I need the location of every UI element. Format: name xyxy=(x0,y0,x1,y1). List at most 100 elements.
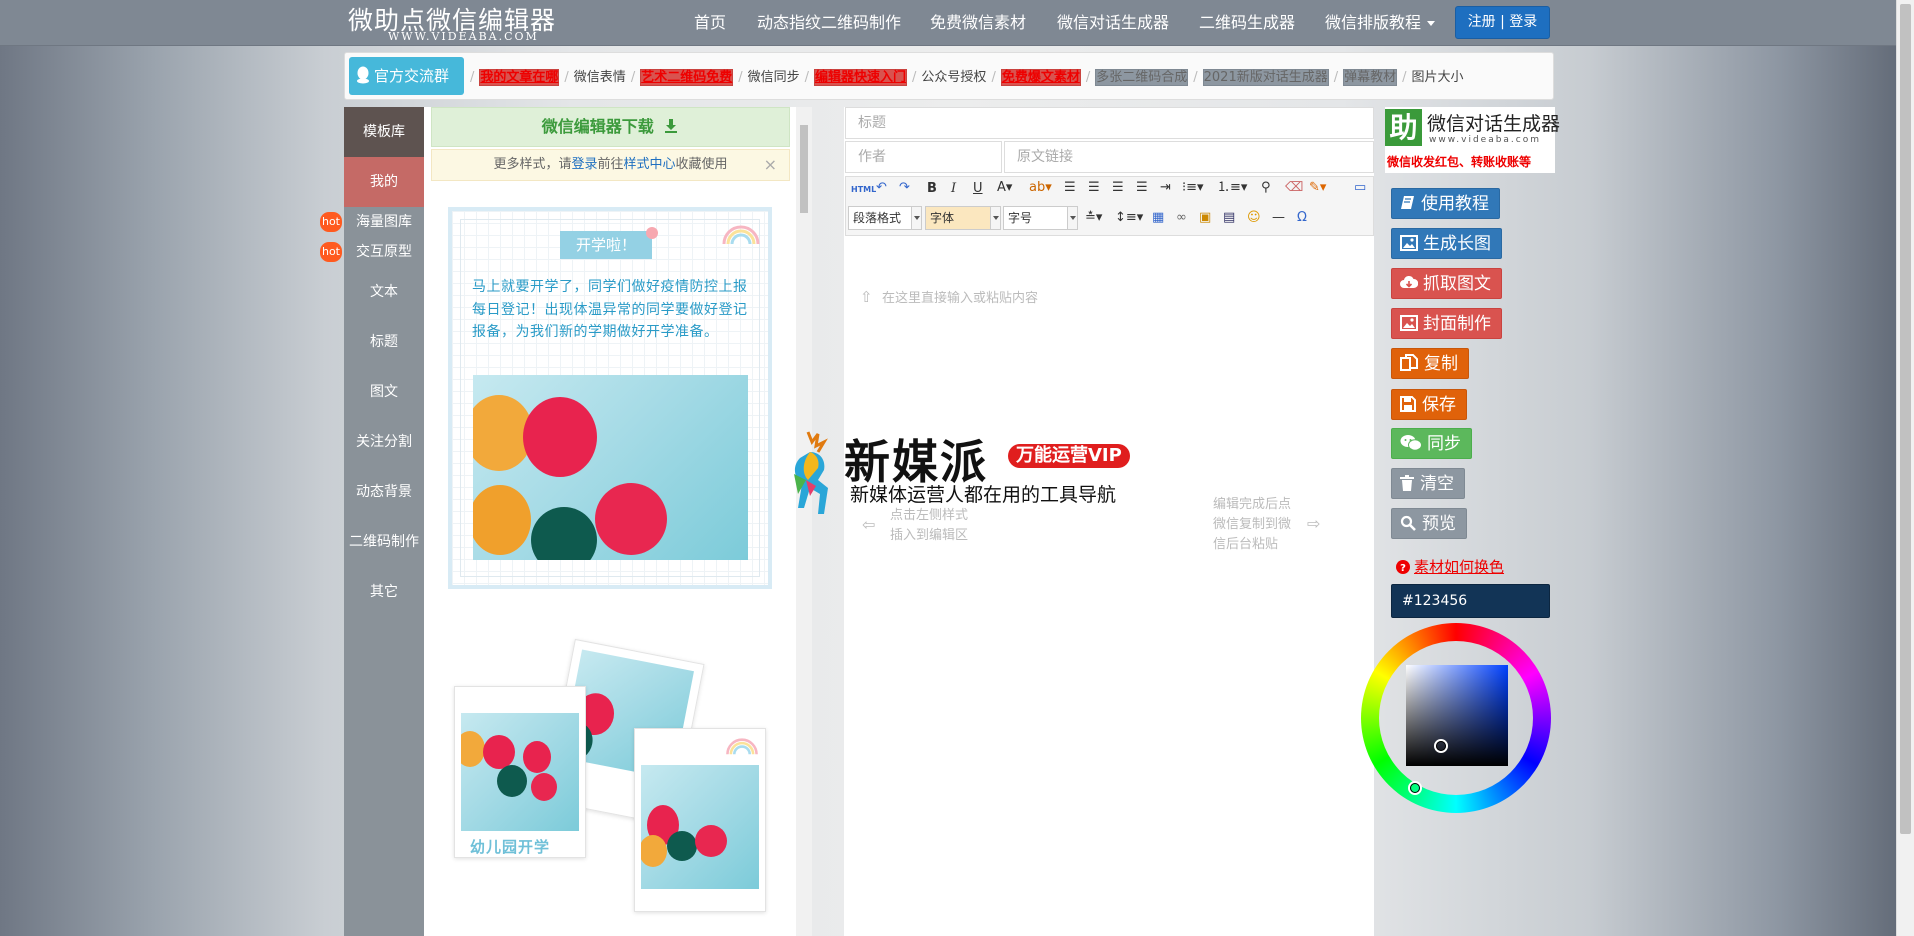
sidebar-item-gallery[interactable]: 海量图库 xyxy=(344,207,424,237)
editor-download-button[interactable]: 微信编辑器下载 xyxy=(431,107,790,147)
clear-button[interactable]: 清空 xyxy=(1391,468,1465,499)
quick-link-image-size[interactable]: 图片大小 xyxy=(1412,70,1464,85)
image-insert-icon[interactable]: ▣ xyxy=(1199,209,1211,227)
line-height-icon[interactable]: ↕≡▾ xyxy=(1115,209,1143,227)
template-scrollbar-thumb[interactable] xyxy=(800,125,808,213)
page-scrollbar-thumb[interactable] xyxy=(1900,4,1911,834)
numbered-list-icon[interactable]: ⒈≡▾ xyxy=(1217,179,1247,197)
align-left-icon[interactable]: ☰ xyxy=(1064,179,1076,197)
notice-prefix: 更多样式，请 xyxy=(493,157,572,172)
login-register-button[interactable]: 注册 | 登录 xyxy=(1455,6,1550,39)
decor-dot xyxy=(646,227,658,239)
quick-link-authorize[interactable]: 公众号授权 xyxy=(921,70,986,85)
title-input[interactable]: 标题 xyxy=(845,107,1374,139)
nav-tutorial-dropdown[interactable]: 微信排版教程 xyxy=(1325,0,1436,46)
quick-link-viral-materials[interactable]: 免费爆文素材 xyxy=(1000,69,1081,86)
chat-generator-ad[interactable]: 助 微信对话生成器 www.videaba.com 微信收发红包、转账收账等 xyxy=(1385,107,1560,173)
template-card-title: 开学啦！ xyxy=(560,231,652,259)
long-image-button[interactable]: 生成长图 xyxy=(1391,228,1502,259)
font-family-label: 字体 xyxy=(930,211,955,225)
sidebar-item-other[interactable]: 其它 xyxy=(344,567,424,617)
template-scrollbar[interactable] xyxy=(796,107,812,936)
notice-style-center-link[interactable]: 样式中心 xyxy=(624,157,676,172)
polaroid-caption: 幼儿园开学 xyxy=(470,838,551,856)
nav-qr-generator[interactable]: 二维码生成器 xyxy=(1199,0,1295,46)
color-picker[interactable] xyxy=(1360,622,1552,814)
fetch-article-label: 抓取图文 xyxy=(1423,274,1491,294)
site-logo-subtitle: WWW.VIDEABA.COM xyxy=(388,30,539,43)
book-icon xyxy=(1401,196,1414,209)
sync-button[interactable]: 同步 xyxy=(1391,428,1472,459)
sidebar-item-image-text[interactable]: 图文 xyxy=(344,367,424,417)
link-icon[interactable]: ∞ xyxy=(1176,209,1187,227)
preview-button[interactable]: 预览 xyxy=(1391,508,1467,539)
paragraph-spacing-icon[interactable]: ≛▾ xyxy=(1085,209,1102,227)
sidebar-item-text[interactable]: 文本 xyxy=(344,267,424,317)
indent-icon[interactable]: ⇥ xyxy=(1160,179,1171,197)
align-justify-icon[interactable]: ☰ xyxy=(1136,179,1148,197)
tutorial-button[interactable]: 使用教程 xyxy=(1391,188,1500,219)
long-image-label: 生成长图 xyxy=(1423,234,1491,254)
editor-download-label: 微信编辑器下载 xyxy=(541,117,654,136)
quick-link-sync[interactable]: 微信同步 xyxy=(748,70,800,85)
nav-free-materials[interactable]: 免费微信素材 xyxy=(930,0,1026,46)
official-group-button[interactable]: 官方交流群 xyxy=(349,57,464,95)
fullscreen-icon[interactable]: ▭ xyxy=(1354,179,1366,197)
hot-badge: hot xyxy=(320,242,342,262)
rainbow-icon xyxy=(722,225,760,245)
font-family-select[interactable]: 字体 xyxy=(925,206,1001,230)
font-size-select[interactable]: 字号 xyxy=(1003,206,1078,230)
cover-maker-button[interactable]: 封面制作 xyxy=(1391,308,1502,339)
italic-icon[interactable]: I xyxy=(951,180,956,198)
eraser-icon[interactable]: ⌫ xyxy=(1285,179,1303,197)
nav-chat-generator[interactable]: 微信对话生成器 xyxy=(1057,0,1169,46)
video-icon[interactable]: ▤ xyxy=(1223,209,1235,227)
quick-link-quickstart[interactable]: 编辑器快速入门 xyxy=(814,69,908,86)
sidebar-item-prototype[interactable]: 交互原型 xyxy=(344,237,424,267)
underline-icon[interactable]: U xyxy=(973,180,983,198)
emotion-icon[interactable]: ☺ xyxy=(1247,209,1261,227)
quick-link-my-articles[interactable]: 我的文章在哪 xyxy=(479,69,560,86)
quick-links: / 我的文章在哪 / 微信表情 / 艺术二维码免费 / 微信同步 / 编辑器快速入门 / 公众号授权 /… xyxy=(470,69,1464,86)
sidebar-item-mine[interactable]: 我的 xyxy=(344,157,424,207)
special-char-icon[interactable]: Ω xyxy=(1297,209,1307,227)
quick-link-art-qr[interactable]: 艺术二维码免费 xyxy=(640,69,734,86)
bold-icon[interactable]: B xyxy=(927,180,937,198)
sidebar-item-qr[interactable]: 二维码制作 xyxy=(344,517,424,567)
bullet-list-icon[interactable]: ⁝≡▾ xyxy=(1182,179,1204,197)
quick-link-danmaku[interactable]: 弹幕教材 xyxy=(1343,69,1398,86)
editor-content-area[interactable] xyxy=(845,238,1374,936)
html-source-icon[interactable]: HTML xyxy=(851,181,876,199)
save-button[interactable]: 保存 xyxy=(1391,389,1467,420)
sidebar-item-dynamic-bg[interactable]: 动态背景 xyxy=(344,467,424,517)
hex-color-input[interactable]: #123456 xyxy=(1391,584,1550,618)
paragraph-format-select[interactable]: 段落格式 xyxy=(848,206,922,230)
sidebar-item-templates[interactable]: 模板库 xyxy=(344,107,424,157)
copy-button[interactable]: 复制 xyxy=(1391,348,1469,379)
source-link-input[interactable]: 原文链接 xyxy=(1004,141,1374,173)
align-center-icon[interactable]: ☰ xyxy=(1088,179,1100,197)
horizontal-rule-icon[interactable]: — xyxy=(1272,209,1285,227)
nav-dynamic-qr[interactable]: 动态指纹二维码制作 xyxy=(757,0,901,46)
save-label: 保存 xyxy=(1422,395,1456,415)
quick-link-emoji[interactable]: 微信表情 xyxy=(574,70,626,85)
sidebar-item-heading[interactable]: 标题 xyxy=(344,317,424,367)
table-icon[interactable]: ▦ xyxy=(1152,209,1164,227)
undo-icon[interactable]: ↶ xyxy=(876,179,887,197)
quick-link-multi-qr[interactable]: 多张二维码合成 xyxy=(1095,69,1189,86)
sidebar-item-divider[interactable]: 关注分割 xyxy=(344,417,424,467)
redo-icon[interactable]: ↷ xyxy=(899,179,910,197)
page-scrollbar[interactable] xyxy=(1896,0,1914,936)
format-brush-icon[interactable]: ✎▾ xyxy=(1309,179,1326,197)
quick-link-new-chat[interactable]: 2021新版对话生成器 xyxy=(1202,69,1329,86)
find-replace-icon[interactable]: ⚲ xyxy=(1261,179,1271,197)
highlight-icon[interactable]: ab▾ xyxy=(1029,179,1052,197)
notice-login-link[interactable]: 登录 xyxy=(571,157,597,172)
font-color-icon[interactable]: A▾ xyxy=(997,179,1012,197)
fetch-article-button[interactable]: 抓取图文 xyxy=(1391,268,1502,299)
close-icon[interactable]: × xyxy=(764,150,777,180)
color-help-link[interactable]: ? 素材如何换色 xyxy=(1396,556,1504,577)
nav-home[interactable]: 首页 xyxy=(694,0,726,46)
author-input[interactable]: 作者 xyxy=(845,141,1002,173)
align-right-icon[interactable]: ☰ xyxy=(1112,179,1124,197)
